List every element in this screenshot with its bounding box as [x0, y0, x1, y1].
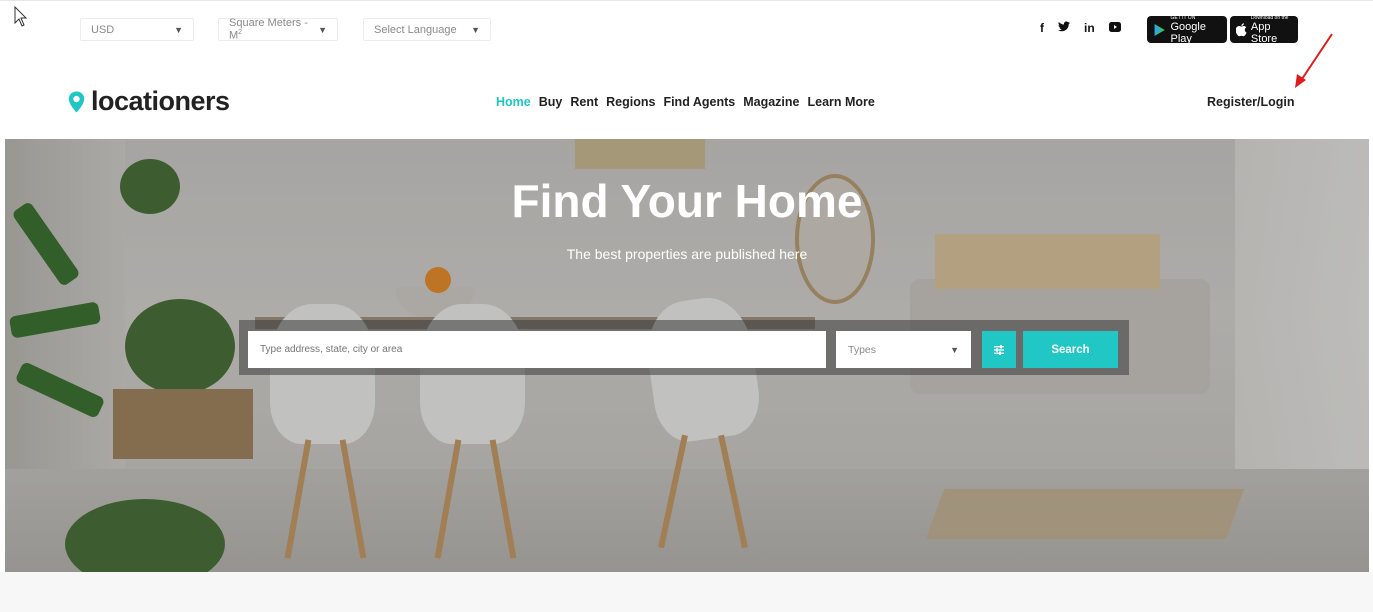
- social-links: f in: [1040, 21, 1135, 35]
- chevron-down-icon: ▼: [318, 24, 327, 35]
- nav-home[interactable]: Home: [496, 95, 531, 109]
- types-select[interactable]: Types ▼: [836, 331, 971, 368]
- chevron-down-icon: ▼: [174, 24, 183, 35]
- hero-title: Find Your Home: [511, 175, 863, 227]
- mouse-cursor-icon: [14, 6, 28, 27]
- types-label: Types: [848, 343, 877, 356]
- chevron-down-icon: ▼: [471, 24, 480, 35]
- apple-icon: [1236, 23, 1247, 37]
- search-button[interactable]: Search: [1023, 331, 1118, 368]
- address-search-input[interactable]: [248, 331, 826, 368]
- unit-superscript: 2: [238, 29, 243, 37]
- youtube-icon[interactable]: [1108, 21, 1121, 35]
- main-nav: Home Buy Rent Regions Find Agents Magazi…: [496, 95, 883, 109]
- app-store-small: Download on the: [1250, 14, 1289, 21]
- google-play-label: Google Play: [1170, 20, 1206, 45]
- register-login-link[interactable]: Register/Login: [1207, 95, 1295, 109]
- language-placeholder: Select Language: [374, 23, 457, 36]
- nav-rent[interactable]: Rent: [570, 95, 598, 109]
- nav-magazine[interactable]: Magazine: [743, 95, 799, 109]
- google-play-icon: [1154, 23, 1165, 36]
- nav-regions[interactable]: Regions: [606, 95, 655, 109]
- app-store-badge[interactable]: Download on the App Store: [1230, 14, 1298, 45]
- search-bar: Types ▼ Search: [239, 320, 1129, 375]
- hero-section: Find Your Home The best properties are p…: [5, 139, 1369, 572]
- unit-select[interactable]: Square Meters - M2 ▼: [218, 17, 338, 42]
- nav-find-agents[interactable]: Find Agents: [663, 95, 735, 109]
- page-content-area: [0, 572, 1373, 612]
- language-select[interactable]: Select Language ▼: [363, 18, 491, 41]
- sliders-icon: [994, 344, 1004, 355]
- hero-subtitle: The best properties are published here: [566, 246, 808, 262]
- brand-name: locationers: [91, 86, 230, 116]
- unit-value: Square Meters - M2: [229, 17, 318, 42]
- nav-learn-more[interactable]: Learn More: [807, 95, 874, 109]
- top-utility-bar: USD ▼ Square Meters - M2 ▼ Select Langua…: [0, 0, 1373, 56]
- currency-value: USD: [91, 23, 115, 36]
- facebook-icon[interactable]: f: [1040, 21, 1044, 35]
- annotation-arrow-icon: [1295, 33, 1333, 88]
- site-logo[interactable]: locationers: [68, 86, 230, 117]
- currency-select[interactable]: USD ▼: [80, 18, 194, 41]
- google-play-badge[interactable]: GET IT ON Google Play: [1147, 15, 1227, 45]
- twitter-icon[interactable]: [1058, 21, 1070, 35]
- nav-buy[interactable]: Buy: [539, 95, 563, 109]
- linkedin-icon[interactable]: in: [1084, 21, 1095, 35]
- location-pin-icon: [68, 91, 85, 112]
- chevron-down-icon: ▼: [950, 344, 959, 355]
- advanced-filter-button[interactable]: [982, 331, 1016, 368]
- app-store-label: App Store: [1250, 20, 1278, 45]
